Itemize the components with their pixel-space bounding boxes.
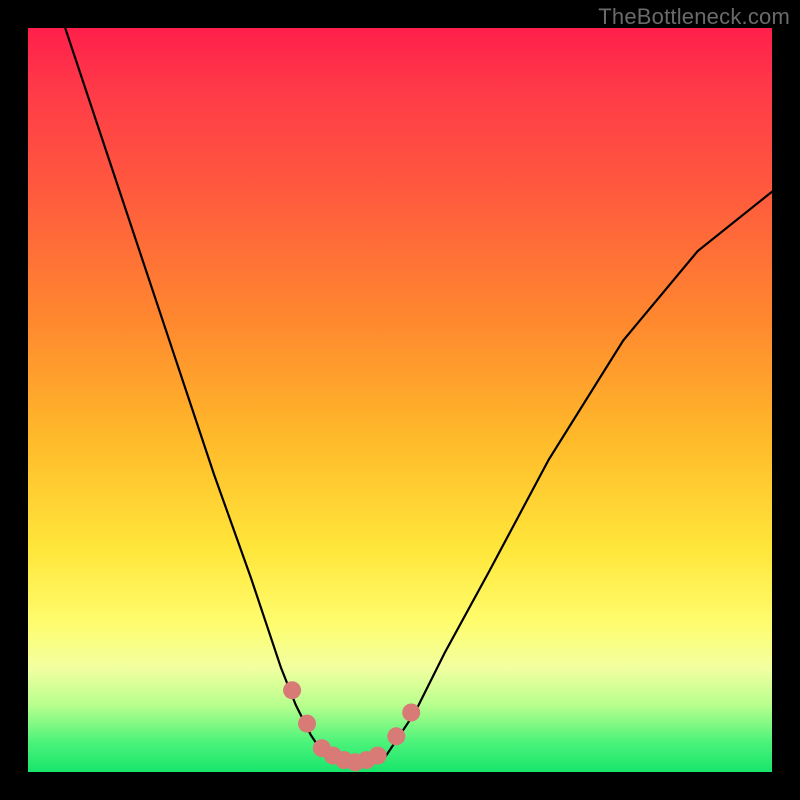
marker-c6 — [369, 747, 387, 765]
series-left-curve — [65, 28, 325, 757]
series-right-curve — [385, 192, 772, 757]
marker-right-lower — [387, 727, 405, 745]
plot-area — [28, 28, 772, 772]
curve-layer — [28, 28, 772, 772]
chart-frame: TheBottleneck.com — [0, 0, 800, 800]
marker-left-lower — [298, 715, 316, 733]
marker-right-upper — [402, 704, 420, 722]
watermark-text: TheBottleneck.com — [598, 4, 790, 30]
marker-left-upper — [283, 681, 301, 699]
